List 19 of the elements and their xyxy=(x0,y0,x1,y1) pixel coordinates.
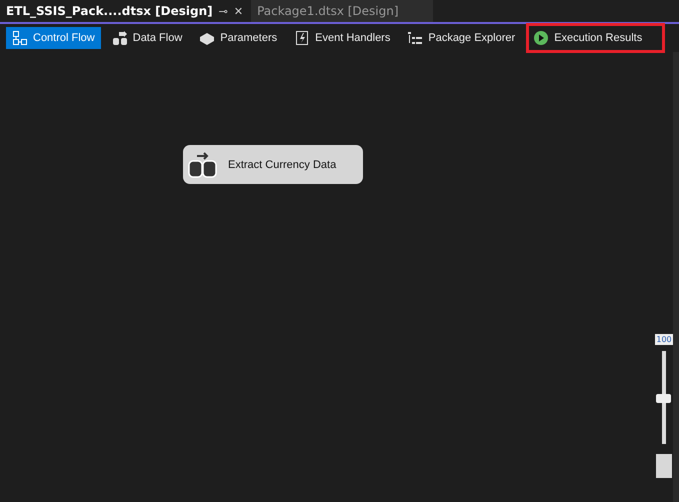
tree-list-icon xyxy=(407,30,424,46)
designer-tab[interactable]: Package Explorer xyxy=(401,27,522,49)
box-icon xyxy=(199,30,216,46)
designer-tab[interactable]: Event Handlers xyxy=(288,27,396,49)
task-node[interactable]: Extract Currency Data xyxy=(183,145,363,184)
designer-tab[interactable]: Parameters xyxy=(193,27,284,49)
close-icon[interactable]: ✕ xyxy=(234,4,244,18)
database-icon xyxy=(188,152,218,178)
flowchart-icon xyxy=(12,30,28,46)
designer-tab[interactable]: Control Flow xyxy=(6,27,101,49)
zoom-reading: 100 xyxy=(655,334,673,345)
database-icon xyxy=(112,30,128,46)
designer-tab[interactable]: Execution Results xyxy=(526,23,666,53)
slider-thumb[interactable] xyxy=(656,394,671,404)
pin-icon[interactable]: ⊸ xyxy=(218,4,228,18)
play-icon xyxy=(533,30,550,46)
document-tab[interactable]: Package1.dtsx [Design] xyxy=(251,0,434,22)
designer-tab[interactable]: Data Flow xyxy=(106,27,188,49)
lightning-icon xyxy=(294,30,310,46)
